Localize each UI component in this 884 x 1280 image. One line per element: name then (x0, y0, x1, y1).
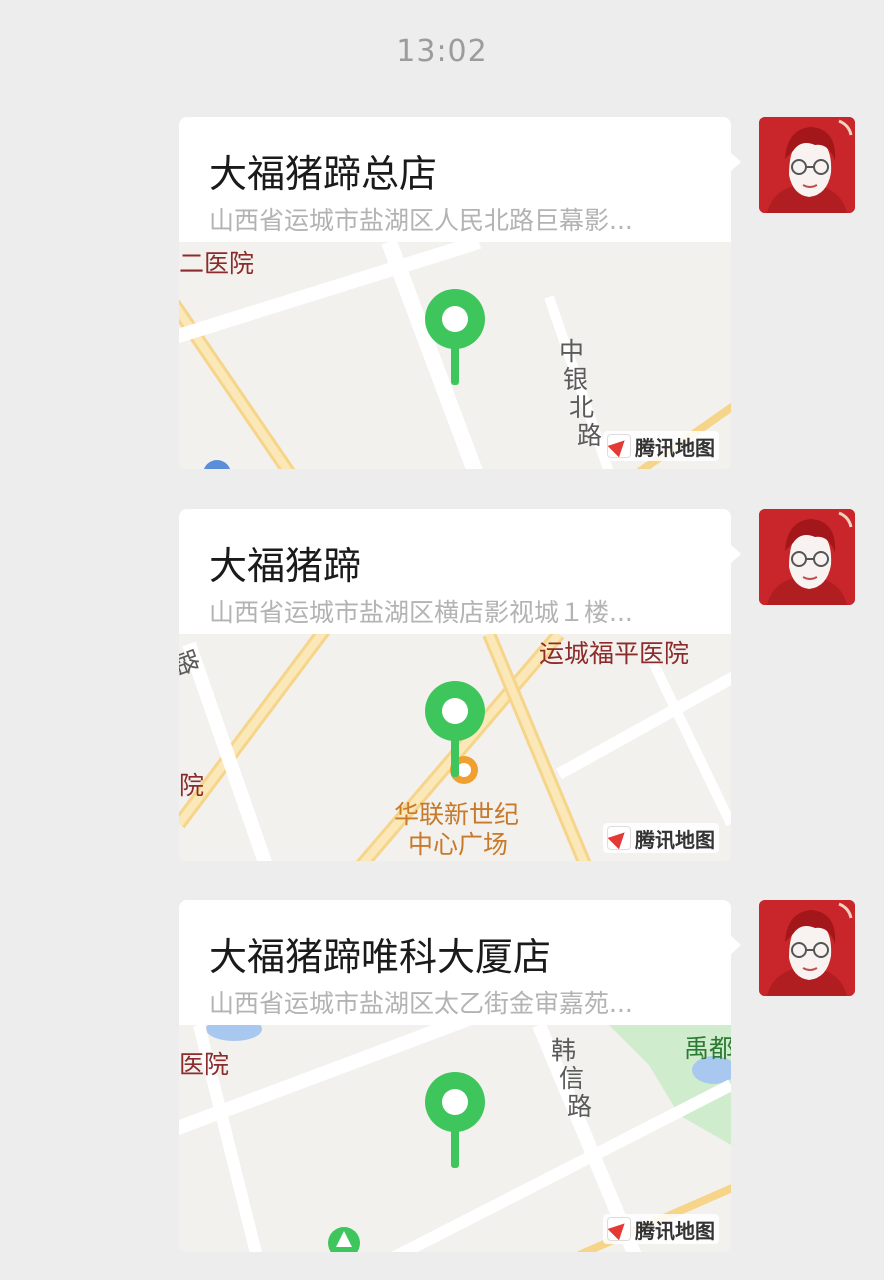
map-label: 中心广场 (408, 830, 509, 859)
map-label: 禹都 (684, 1034, 731, 1063)
location-card[interactable]: 大福猪蹄唯科大厦店 山西省运城市盐湖区太乙街金审嘉苑... 医院 禹都 韩 信 … (179, 900, 731, 1252)
location-pin-icon (425, 681, 485, 777)
avatar[interactable] (759, 509, 855, 605)
map-preview[interactable]: 医院 禹都 韩 信 路 腾讯地图 (179, 1025, 731, 1252)
map-preview[interactable]: 二医院 中 银 北 路 腾讯地图 (179, 242, 731, 469)
map-attribution: 腾讯地图 (603, 823, 719, 853)
map-preview[interactable]: 运城福平医院 路 院 华联新世纪 中心广场 腾讯地图 (179, 634, 731, 861)
location-message[interactable]: 大福猪蹄总店 山西省运城市盐湖区人民北路巨幕影... 二医院 中 银 北 路 腾… (0, 117, 884, 469)
map-label: 银 (563, 365, 589, 394)
map-label: 运城福平医院 (539, 639, 690, 668)
map-label: 医院 (179, 1050, 230, 1079)
location-address: 山西省运城市盐湖区人民北路巨幕影... (209, 206, 633, 235)
map-label: 中 (559, 337, 585, 366)
compass-icon (607, 826, 631, 850)
bubble-tail (729, 934, 741, 956)
location-card[interactable]: 大福猪蹄 山西省运城市盐湖区横店影视城１楼... 运城福平医院 路 院 华联新世… (179, 509, 731, 861)
location-pin-icon (425, 1072, 485, 1168)
timestamp: 13:02 (396, 34, 488, 69)
compass-icon (607, 1217, 631, 1241)
location-message[interactable]: 大福猪蹄唯科大厦店 山西省运城市盐湖区太乙街金审嘉苑... 医院 禹都 韩 信 … (0, 900, 884, 1252)
map-label: 路 (567, 1092, 593, 1121)
map-label: 信 (559, 1064, 585, 1093)
map-label: 韩 (551, 1036, 577, 1065)
location-title: 大福猪蹄 (209, 544, 362, 588)
location-address: 山西省运城市盐湖区横店影视城１楼... (209, 598, 633, 627)
map-attribution: 腾讯地图 (603, 1214, 719, 1244)
bubble-tail (729, 543, 741, 565)
location-title: 大福猪蹄总店 (209, 152, 438, 196)
map-label: 华联新世纪 (394, 800, 520, 829)
location-message[interactable]: 大福猪蹄 山西省运城市盐湖区横店影视城１楼... 运城福平医院 路 院 华联新世… (0, 509, 884, 861)
map-label: 北 (569, 393, 595, 422)
compass-icon (607, 434, 631, 458)
bubble-tail (729, 151, 741, 173)
location-pin-icon (425, 289, 485, 385)
map-label: 二医院 (179, 249, 255, 278)
location-address: 山西省运城市盐湖区太乙街金审嘉苑... (209, 989, 633, 1018)
location-card[interactable]: 大福猪蹄总店 山西省运城市盐湖区人民北路巨幕影... 二医院 中 银 北 路 腾… (179, 117, 731, 469)
avatar[interactable] (759, 900, 855, 996)
map-attribution: 腾讯地图 (603, 431, 719, 461)
location-title: 大福猪蹄唯科大厦店 (209, 935, 552, 979)
map-label: 院 (179, 771, 205, 800)
avatar[interactable] (759, 117, 855, 213)
